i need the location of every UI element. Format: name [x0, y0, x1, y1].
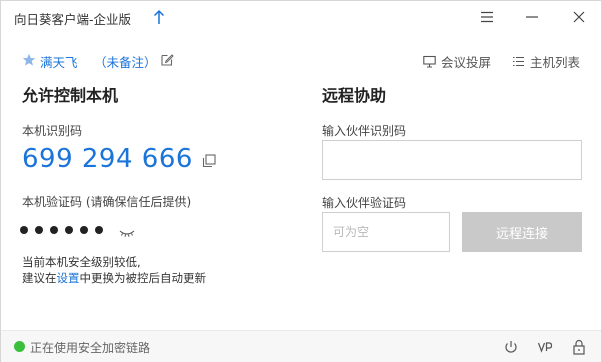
code-dot [80, 226, 88, 234]
partner-id-label: 输入伙伴识别码 [322, 124, 407, 138]
device-id: 699 294 666 [22, 144, 193, 174]
secure-status-text: 正在使用安全加密链路 [30, 341, 151, 355]
eye-closed-icon[interactable] [119, 227, 135, 239]
hamburger-icon [481, 11, 493, 23]
device-id-label: 本机识别码 [22, 124, 83, 138]
monitor-icon [423, 55, 436, 68]
title-bar: 向日葵客户端-企业版 [1, 1, 601, 35]
user-remark[interactable]: （未备注） [94, 52, 157, 71]
verify-code-masked [20, 226, 103, 234]
allow-control-title: 允许控制本机 [22, 86, 119, 105]
secure-status-icon [14, 341, 25, 352]
power-icon[interactable] [503, 339, 519, 355]
status-bar: 正在使用安全加密链路 [1, 330, 601, 362]
settings-link[interactable]: 设置 [57, 271, 80, 285]
close-icon [573, 11, 585, 23]
upgrade-arrow-icon[interactable] [152, 7, 166, 27]
partner-id-input[interactable] [322, 140, 582, 180]
code-dot [50, 226, 58, 234]
meeting-cast-link[interactable]: 会议投屏 [423, 52, 491, 71]
code-dot [35, 226, 43, 234]
warning-prefix: 建议在 [22, 271, 57, 285]
app-title: 向日葵客户端-企业版 [14, 12, 132, 27]
list-icon [513, 56, 524, 67]
warning-suffix: 中更换为被控后自动更新 [79, 271, 207, 285]
host-list-link[interactable]: 主机列表 [512, 52, 580, 71]
partner-code-label: 输入伙伴验证码 [322, 196, 407, 210]
close-button[interactable] [566, 5, 592, 29]
security-warning-line2: 建议在设置中更换为被控后自动更新 [22, 270, 206, 286]
menu-button[interactable] [474, 5, 500, 29]
remote-connect-button[interactable]: 远程连接 [462, 212, 582, 252]
remote-assist-title: 远程协助 [322, 86, 387, 105]
verify-code-label: 本机验证码 (请确保信任后提供) [22, 195, 192, 209]
copy-icon[interactable] [202, 154, 216, 168]
code-dot [65, 226, 73, 234]
username[interactable]: 满天飞 [40, 52, 78, 71]
app-window: 向日葵客户端-企业版 满天飞 （未备注） 会议投屏 主机列表 允许控制本机 本机… [0, 0, 602, 362]
code-dot [95, 226, 103, 234]
minimize-icon [526, 16, 538, 18]
meeting-cast-label: 会议投屏 [441, 55, 492, 70]
vpn-icon[interactable] [537, 339, 553, 355]
edit-icon[interactable] [160, 53, 174, 67]
host-list-label: 主机列表 [530, 55, 581, 70]
lock-icon[interactable] [571, 339, 587, 355]
star-icon[interactable] [22, 53, 36, 67]
security-warning-line1: 当前本机安全级别较低, [22, 255, 141, 269]
minimize-button[interactable] [519, 5, 545, 29]
code-dot [20, 226, 28, 234]
partner-code-input[interactable] [322, 212, 450, 252]
